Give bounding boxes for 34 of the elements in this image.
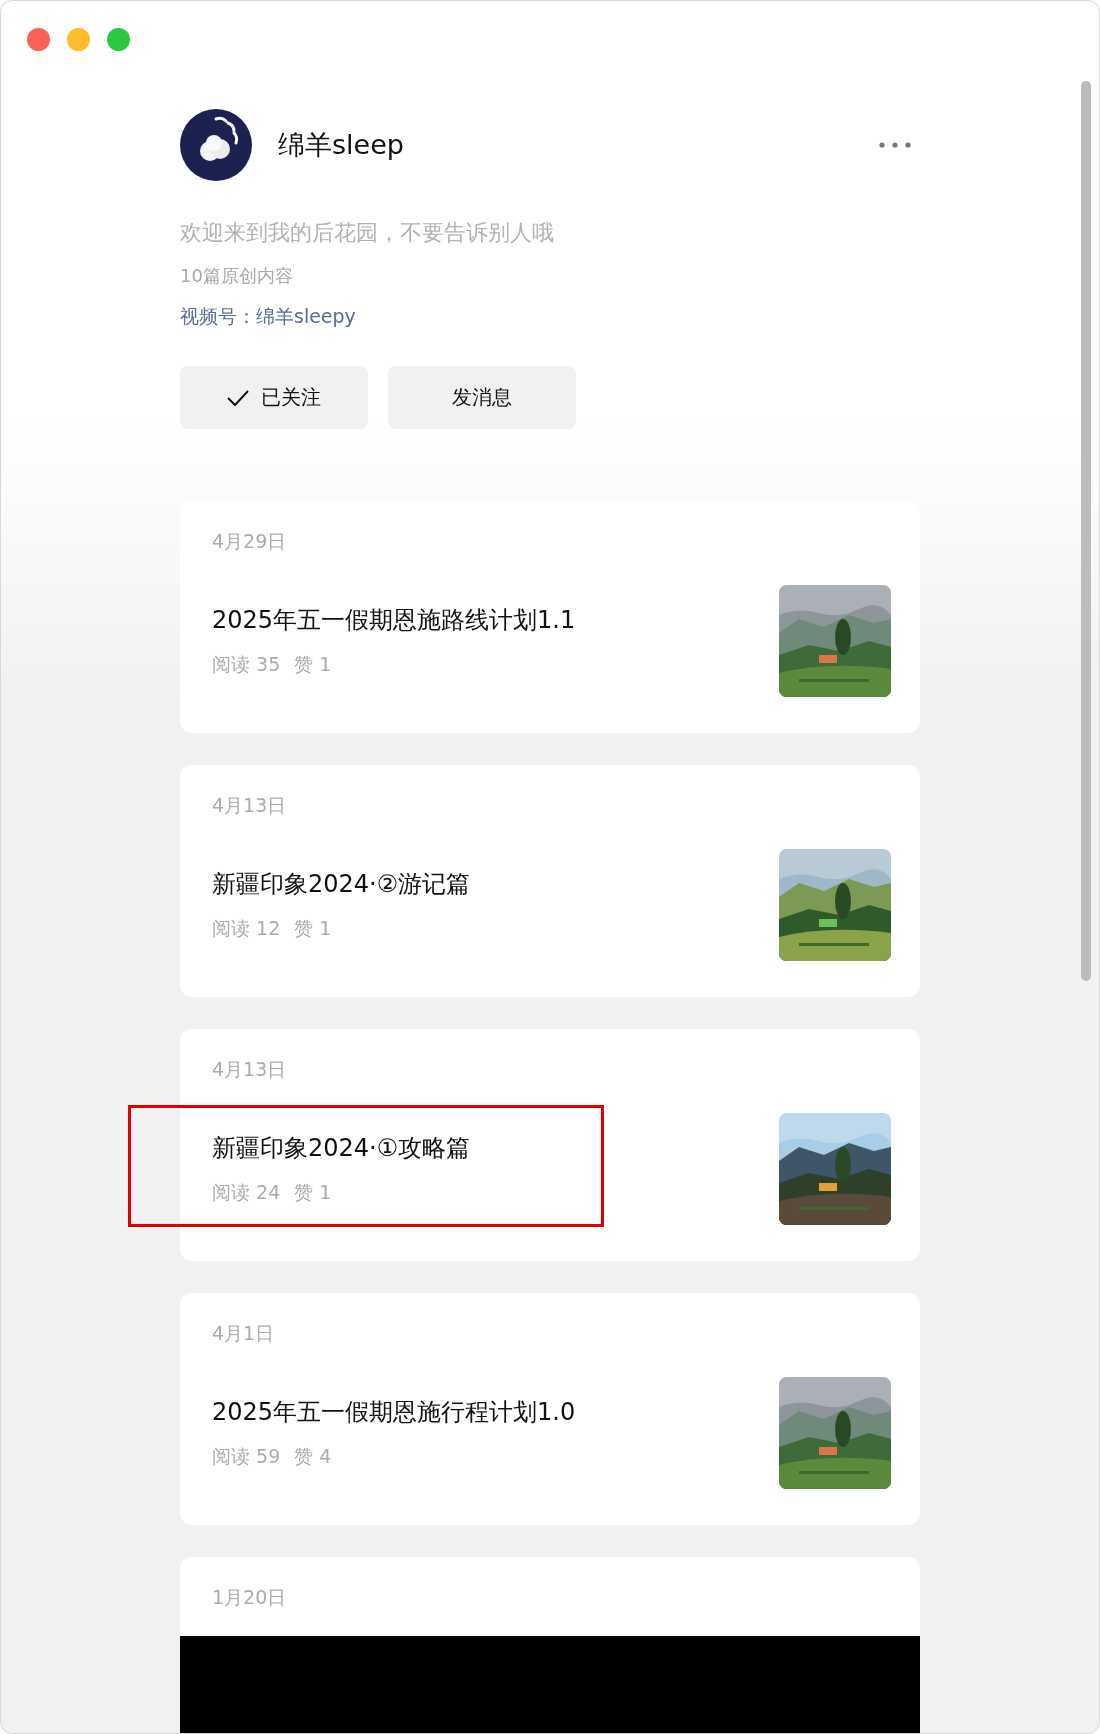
like-count: 赞 4 <box>294 1444 332 1469</box>
zoom-button[interactable] <box>107 28 130 51</box>
article-count: 10篇原创内容 <box>180 264 294 288</box>
like-count: 赞 1 <box>294 652 332 677</box>
post-date: 4月13日 <box>212 793 288 818</box>
scrollbar[interactable] <box>1081 81 1091 981</box>
read-count: 阅读 35 <box>212 652 281 677</box>
followed-button[interactable]: 已关注 <box>180 366 368 429</box>
check-icon <box>227 389 249 406</box>
read-count: 阅读 24 <box>212 1180 281 1205</box>
more-icon[interactable] <box>878 141 912 149</box>
close-button[interactable] <box>27 28 50 51</box>
channel-link[interactable]: 视频号：绵羊sleepy <box>180 304 356 330</box>
minimize-button[interactable] <box>67 28 90 51</box>
read-count: 阅读 59 <box>212 1444 281 1469</box>
post-title[interactable]: 2025年五一假期恩施行程计划1.0 <box>212 1396 576 1428</box>
account-name: 绵羊sleep <box>278 128 405 162</box>
like-count: 赞 1 <box>294 916 332 941</box>
post-title[interactable]: 2025年五一假期恩施路线计划1.1 <box>212 604 576 636</box>
post-card[interactable]: 4月1日 2025年五一假期恩施行程计划1.0 阅读 59 赞 4 <box>180 1293 920 1525</box>
post-date: 4月29日 <box>212 529 288 554</box>
post-date: 4月13日 <box>212 1057 288 1082</box>
post-card[interactable]: 4月13日 新疆印象2024·①攻略篇 阅读 24 赞 1 <box>180 1029 920 1261</box>
account-bio: 欢迎来到我的后花园，不要告诉别人哦 <box>180 219 555 247</box>
post-title[interactable]: 新疆印象2024·②游记篇 <box>212 868 471 900</box>
read-count: 阅读 12 <box>212 916 281 941</box>
like-count: 赞 1 <box>294 1180 332 1205</box>
message-button[interactable]: 发消息 <box>388 366 576 429</box>
post-title[interactable]: 新疆印象2024·①攻略篇 <box>212 1132 471 1164</box>
post-card[interactable]: 4月13日 新疆印象2024·②游记篇 阅读 12 赞 1 <box>180 765 920 997</box>
post-card[interactable]: 4月29日 2025年五一假期恩施路线计划1.1 阅读 35 赞 1 <box>180 501 920 733</box>
post-date: 1月20日 <box>212 1585 288 1610</box>
avatar-icon <box>180 109 252 181</box>
post-date: 4月1日 <box>212 1321 276 1346</box>
